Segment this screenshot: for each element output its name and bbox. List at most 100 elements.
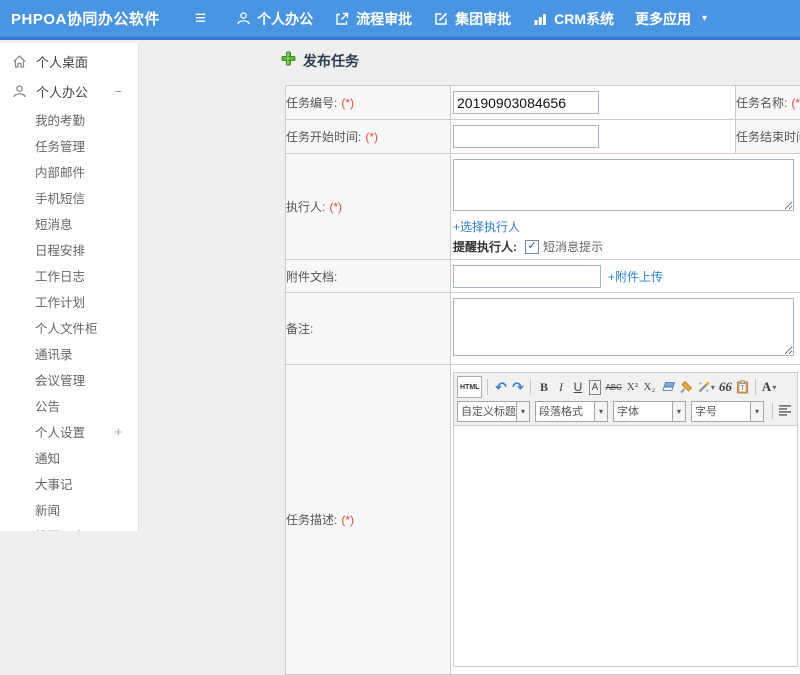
sidebar-item-vote-survey[interactable]: 投票调查 <box>0 522 138 531</box>
sidebar-item-label: 投票调查 <box>35 526 85 532</box>
page-title: 发布任务 <box>281 51 359 71</box>
choose-executor-link[interactable]: +选择执行人 <box>453 220 520 234</box>
caret-down-icon: ▾ <box>672 402 685 421</box>
sidebar-item-personal-desktop[interactable]: 个人桌面 <box>0 46 138 76</box>
sidebar-item-personal-file-cabinet[interactable]: 个人文件柜 <box>0 314 138 340</box>
task-no-label: 任务编号:(*) <box>286 86 451 120</box>
attachment-input[interactable] <box>453 265 601 288</box>
nav-label: 流程审批 <box>356 9 412 29</box>
nav-more-apps[interactable]: 更多应用▾ <box>635 9 707 29</box>
check-icon: ✓ <box>527 241 536 252</box>
sidebar-item-label: 公告 <box>35 396 60 415</box>
sidebar-item-label: 内部邮件 <box>35 162 85 181</box>
sidebar-item-label: 日程安排 <box>35 240 85 259</box>
sidebar-item-label: 短消息 <box>35 214 73 233</box>
sidebar-item-memorabilia[interactable]: 大事记 <box>0 470 138 496</box>
editor-content-area[interactable] <box>454 426 797 666</box>
remove-format-icon[interactable] <box>659 378 676 396</box>
executor-textarea[interactable] <box>453 159 794 211</box>
chart-icon <box>532 11 548 27</box>
caret-down-icon: ▾ <box>594 402 607 421</box>
sidebar-item-label: 任务管理 <box>35 136 85 155</box>
sidebar-item-label: 个人文件柜 <box>35 318 98 337</box>
attachment-label: 附件文档: <box>286 260 451 293</box>
top-nav: 个人办公 流程审批 集团审批 CRM系统 更多应用▾ <box>236 9 707 29</box>
rich-text-editor: HTML ↶ ↷ B I U A ABC X² X₂ ▾ <box>453 372 798 667</box>
paste-plain-icon[interactable]: T <box>735 378 750 396</box>
sidebar-item-task-management[interactable]: 任务管理 <box>0 132 138 158</box>
nav-crm-system[interactable]: CRM系统 <box>532 9 614 29</box>
top-header: PHPOA协同办公软件 ≡ 个人办公 流程审批 集团审批 CRM系统 更多应用▾ <box>0 0 800 40</box>
sidebar-item-schedule[interactable]: 日程安排 <box>0 236 138 262</box>
collapse-toggle-icon[interactable]: − <box>114 84 122 99</box>
executor-label: 执行人:(*) <box>286 154 451 260</box>
sidebar-item-announcement[interactable]: 公告 <box>0 392 138 418</box>
font-size-select[interactable]: 字号▾ <box>691 401 764 422</box>
task-no-input[interactable] <box>453 91 599 114</box>
quick-format-icon[interactable]: ▾ <box>696 378 716 396</box>
custom-heading-select[interactable]: 自定义标题▾ <box>457 401 530 422</box>
start-time-input[interactable] <box>453 125 599 148</box>
caret-down-icon: ▾ <box>516 402 529 421</box>
sidebar-item-meeting-management[interactable]: 会议管理 <box>0 366 138 392</box>
strikethrough-button[interactable]: ABC <box>604 378 622 396</box>
italic-button[interactable]: I <box>553 378 568 396</box>
sidebar-item-short-message[interactable]: 短消息 <box>0 210 138 236</box>
font-family-select[interactable]: 字体▾ <box>613 401 686 422</box>
sidebar-item-contacts[interactable]: 通讯录 <box>0 340 138 366</box>
undo-icon[interactable]: ↶ <box>493 378 508 396</box>
sidebar-item-label: 大事记 <box>35 474 73 493</box>
subscript-button[interactable]: X₂ <box>642 378 657 396</box>
nav-label: 个人办公 <box>257 9 313 29</box>
nav-group-approval[interactable]: 集团审批 <box>433 9 511 29</box>
end-time-label: 任务结束时间:(*) <box>736 120 800 154</box>
sidebar-item-work-plan[interactable]: 工作计划 <box>0 288 138 314</box>
align-left-icon[interactable] <box>778 404 793 419</box>
required-mark: (*) <box>791 96 800 110</box>
start-time-label: 任务开始时间:(*) <box>286 120 451 154</box>
sidebar-item-my-attendance[interactable]: 我的考勤 <box>0 106 138 132</box>
paragraph-format-select[interactable]: 段落格式▾ <box>535 401 608 422</box>
bold-button[interactable]: B <box>536 378 551 396</box>
required-mark: (*) <box>329 200 342 214</box>
nav-label: 集团审批 <box>455 9 511 29</box>
home-icon <box>12 54 27 69</box>
sidebar-item-news[interactable]: 新闻 <box>0 496 138 522</box>
nav-personal-office[interactable]: 个人办公 <box>236 9 313 29</box>
sidebar-item-label: 会议管理 <box>35 370 85 389</box>
app-logo: PHPOA协同办公软件 <box>0 8 189 29</box>
sidebar-item-label: 工作日志 <box>35 266 85 285</box>
sidebar-item-mobile-sms[interactable]: 手机短信 <box>0 184 138 210</box>
font-color-button[interactable]: A▾ <box>761 378 777 396</box>
sidebar-item-personal-settings[interactable]: 个人设置 + <box>0 418 138 444</box>
blockquote-button[interactable]: 66 <box>718 378 733 396</box>
task-name-label: 任务名称:(*) <box>736 86 800 120</box>
sidebar-item-internal-mail[interactable]: 内部邮件 <box>0 158 138 184</box>
nav-process-approval[interactable]: 流程审批 <box>334 9 412 29</box>
format-painter-icon[interactable] <box>678 378 694 396</box>
caret-down-icon: ▾ <box>750 402 763 421</box>
underline-button[interactable]: U <box>570 378 585 396</box>
editor-toolbar: HTML ↶ ↷ B I U A ABC X² X₂ ▾ <box>454 373 797 426</box>
sidebar-item-notification[interactable]: 通知 <box>0 444 138 470</box>
source-code-button[interactable]: HTML <box>457 376 482 398</box>
sms-remind-label: 短消息提示 <box>543 238 603 255</box>
svg-text:T: T <box>740 385 744 392</box>
redo-icon[interactable]: ↷ <box>510 378 525 396</box>
font-style-button[interactable]: A <box>589 380 602 395</box>
remark-textarea[interactable] <box>453 298 794 356</box>
sidebar-item-label: 个人设置 <box>35 422 85 441</box>
page-title-text: 发布任务 <box>303 51 359 71</box>
sidebar-item-personal-office[interactable]: 个人办公− <box>0 76 138 106</box>
sidebar-item-label: 通知 <box>35 448 60 467</box>
sidebar-item-work-log[interactable]: 工作日志 <box>0 262 138 288</box>
hamburger-icon[interactable]: ≡ <box>195 9 206 28</box>
expand-toggle-icon[interactable]: + <box>114 424 122 439</box>
attachment-upload-link[interactable]: +附件上传 <box>608 268 663 285</box>
superscript-button[interactable]: X² <box>625 378 640 396</box>
task-desc-label: 任务描述:(*) <box>286 365 451 675</box>
sidebar-item-label: 通讯录 <box>35 344 73 363</box>
required-mark: (*) <box>341 96 354 110</box>
add-task-icon <box>281 51 296 71</box>
sms-remind-checkbox[interactable]: ✓ <box>525 240 539 254</box>
